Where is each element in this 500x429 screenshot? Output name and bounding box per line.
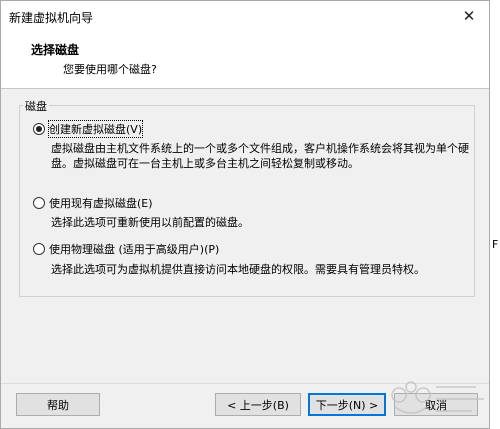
radio-use-physical-disk[interactable] bbox=[33, 243, 45, 255]
radio-create-new-disk[interactable] bbox=[33, 123, 45, 135]
close-icon[interactable]: ✕ bbox=[449, 1, 489, 31]
option-create-new-disk[interactable]: 创建新虚拟磁盘(V) bbox=[33, 120, 144, 138]
option-use-physical-disk-label: 使用物理磁盘 (适用于高级用户)(P) bbox=[49, 243, 220, 256]
back-button[interactable]: < 上一步(B) bbox=[215, 393, 301, 416]
option-use-existing-disk[interactable]: 使用现有虚拟磁盘(E) bbox=[33, 195, 153, 211]
page-title: 选择磁盘 bbox=[31, 43, 80, 57]
radio-use-existing-disk[interactable] bbox=[33, 197, 45, 209]
page-subtitle: 您要使用哪个磁盘? bbox=[63, 63, 157, 76]
option-create-new-disk-label: 创建新虚拟磁盘(V) bbox=[47, 120, 144, 138]
option-use-existing-disk-label: 使用现有虚拟磁盘(E) bbox=[49, 197, 153, 210]
option-create-new-disk-description: 虚拟磁盘由主机文件系统上的一个或多个文件组成，客户机操作系统会将其视为单个硬盘。… bbox=[51, 142, 469, 170]
wizard-header: 选择磁盘 您要使用哪个磁盘? bbox=[1, 31, 489, 89]
option-use-existing-disk-description: 选择此选项可重新使用以前配置的磁盘。 bbox=[51, 216, 249, 229]
option-use-physical-disk-description: 选择此选项可为虚拟机提供直接访问本地硬盘的权限。需要具有管理员特权。 bbox=[51, 263, 425, 276]
title-bar: 新建虚拟机向导 ✕ bbox=[1, 1, 489, 31]
background-text: F bbox=[492, 238, 499, 251]
next-button[interactable]: 下一步(N) > bbox=[308, 393, 386, 416]
footer-separator bbox=[1, 383, 489, 384]
help-button[interactable]: 帮助 bbox=[16, 393, 100, 416]
window-title: 新建虚拟机向导 bbox=[9, 11, 94, 25]
disk-groupbox-label: 磁盘 bbox=[23, 98, 49, 114]
option-use-physical-disk[interactable]: 使用物理磁盘 (适用于高级用户)(P) bbox=[33, 241, 219, 257]
cancel-button[interactable]: 取消 bbox=[394, 393, 478, 416]
new-vm-wizard-window: 新建虚拟机向导 ✕ 选择磁盘 您要使用哪个磁盘? 磁盘 创建新虚拟磁盘(V) 虚… bbox=[0, 0, 490, 429]
